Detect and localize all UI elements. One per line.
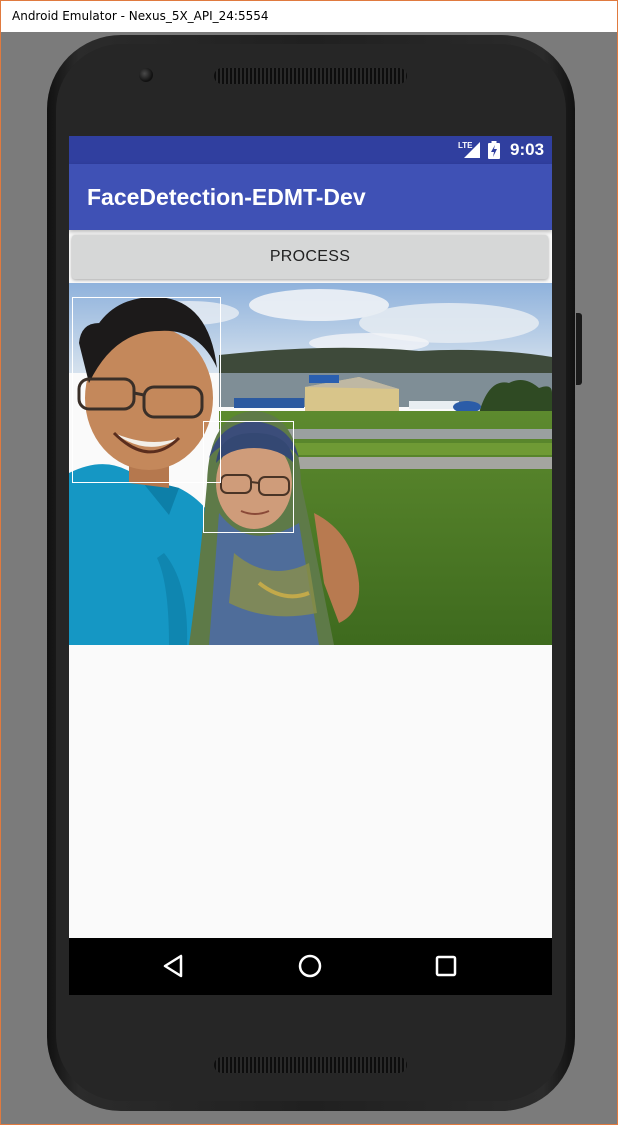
window-titlebar[interactable]: Android Emulator - Nexus_5X_API_24:5554 bbox=[1, 1, 617, 32]
photo-image-view bbox=[69, 283, 552, 645]
face-detection-box bbox=[72, 297, 221, 483]
front-camera bbox=[139, 68, 153, 82]
network-type-label: LTE bbox=[458, 141, 473, 150]
process-button[interactable]: PROCESS bbox=[72, 235, 548, 279]
status-time: 9:03 bbox=[510, 140, 545, 159]
navigation-bar bbox=[69, 938, 552, 995]
device-screen: LTE 9:03 FaceDetection-EDMT-Dev PROCESS bbox=[69, 136, 552, 995]
bottom-speaker-grille bbox=[214, 1057, 407, 1073]
home-icon[interactable] bbox=[297, 953, 323, 979]
recent-apps-icon[interactable] bbox=[433, 953, 459, 979]
lte-signal-icon: LTE bbox=[458, 141, 480, 158]
app-title: FaceDetection-EDMT-Dev bbox=[87, 184, 366, 210]
status-bar: LTE 9:03 bbox=[69, 136, 552, 164]
top-speaker-grille bbox=[214, 68, 407, 84]
face-detection-box bbox=[203, 421, 294, 533]
battery-charging-icon bbox=[488, 141, 500, 159]
power-button[interactable] bbox=[576, 313, 582, 385]
window-title: Android Emulator - Nexus_5X_API_24:5554 bbox=[12, 9, 269, 23]
back-icon[interactable] bbox=[161, 953, 187, 979]
app-toolbar: FaceDetection-EDMT-Dev bbox=[69, 164, 552, 230]
